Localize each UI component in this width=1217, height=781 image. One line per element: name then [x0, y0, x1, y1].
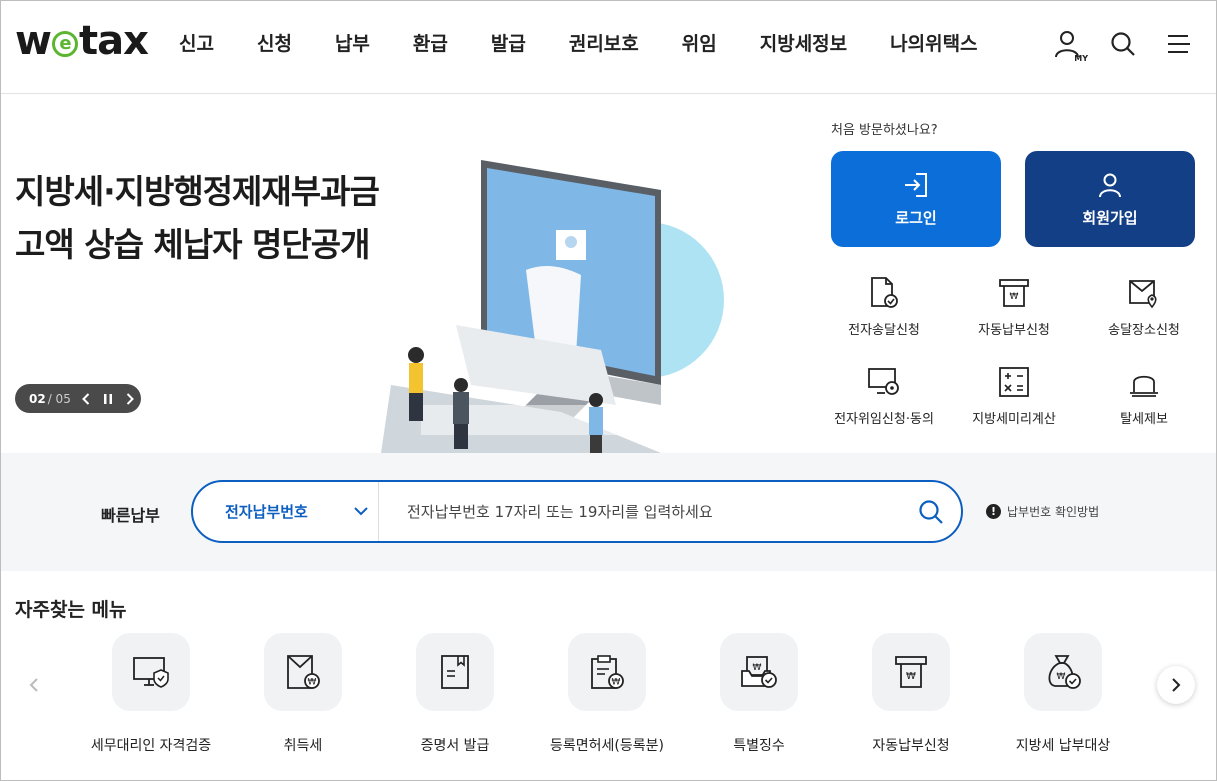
freq-item-acquisition-tax[interactable]: ₩ 취득세: [227, 633, 379, 755]
quick-item-auto-payment[interactable]: ₩ 자동납부신청: [949, 275, 1079, 338]
freq-item-special-collection[interactable]: ₩ 특별징수: [683, 633, 835, 755]
svg-text:₩: ₩: [753, 663, 762, 673]
chevron-right-icon: [1172, 678, 1181, 692]
quick-item-tax-evasion-report[interactable]: 탈세제보: [1079, 364, 1209, 427]
special-collection-icon: ₩: [720, 633, 798, 711]
nav-item-localtax-info[interactable]: 지방세정보: [760, 29, 847, 56]
freq-item-label: 지방세 납부대상: [1015, 738, 1111, 754]
alarm-bell-icon: [1126, 364, 1162, 400]
quick-item-e-delegate[interactable]: 전자위임신청·동의: [819, 364, 949, 427]
search-icon[interactable]: [1108, 27, 1138, 61]
welcome-text: 처음 방문하셨나요?: [831, 123, 938, 138]
user-icon: [1099, 173, 1121, 197]
svg-text:₩: ₩: [308, 678, 317, 688]
slide-pause-icon[interactable]: [101, 392, 115, 406]
signup-button[interactable]: 회원가입: [1025, 151, 1195, 247]
logo-suffix: tax: [78, 18, 149, 64]
freq-item-auto-payment[interactable]: ₩ 자동납부신청: [835, 633, 987, 755]
main-nav: 신고 신청 납부 환급 발급 권리보호 위임 지방세정보 나의위택스: [179, 29, 978, 56]
page-frame: w e tax 신고 신청 납부 환급 발급 권리보호 위임 지방세정보 나의위…: [0, 0, 1217, 781]
freq-item-registration-tax[interactable]: ₩ 등록면허세(등록분): [531, 633, 683, 755]
quick-item-tax-calculator[interactable]: 지방세미리계산: [949, 364, 1079, 427]
fast-payment-label: 빠른납부: [101, 506, 160, 525]
user-my-icon[interactable]: MY: [1052, 27, 1088, 63]
nav-item-issue[interactable]: 발급: [491, 29, 526, 56]
slide-prev-icon[interactable]: [79, 392, 93, 406]
freq-item-localtax-payment-target[interactable]: ₩ 지방세 납부대상: [987, 633, 1139, 755]
quick-item-label: 전자위임신청·동의: [834, 412, 934, 427]
svg-text:₩: ₩: [612, 678, 621, 688]
svg-text:₩: ₩: [906, 671, 916, 682]
quick-item-e-delivery[interactable]: 전자송달신청: [819, 275, 949, 338]
login-button[interactable]: 로그인: [831, 151, 1001, 247]
freq-item-label: 증명서 발급: [420, 738, 490, 754]
freq-item-label: 세무대리인 자격검증: [90, 738, 212, 754]
nav-item-pay[interactable]: 납부: [335, 29, 370, 56]
money-bag-icon: ₩: [1024, 633, 1102, 711]
nav-item-apply[interactable]: 신청: [257, 29, 292, 56]
fast-payment-box: 전자납부번호: [191, 480, 963, 543]
calculator-icon: [996, 364, 1032, 400]
nav-item-refund[interactable]: 환급: [413, 29, 448, 56]
payment-number-help-link[interactable]: ! 납부번호 확인방법: [986, 503, 1099, 520]
quick-menu-grid: 전자송달신청 ₩ 자동납부신청 송달장소신청 전자위임신청·동의 지방세미리계산…: [819, 275, 1209, 427]
slide-controls: 02 / 05: [15, 384, 141, 413]
logo-prefix: w: [15, 18, 52, 64]
freq-item-label: 특별징수: [733, 738, 785, 754]
freq-item-agent-verify[interactable]: 세무대리인 자격검증: [75, 633, 227, 755]
payment-number-type-select[interactable]: 전자납부번호: [193, 482, 379, 541]
carousel-next-button[interactable]: [1157, 666, 1195, 704]
hero-illustration: [381, 160, 724, 453]
quick-item-label: 자동납부신청: [978, 323, 1050, 338]
auto-payment-icon: ₩: [872, 633, 950, 711]
hamburger-menu-icon[interactable]: [1164, 27, 1194, 61]
acquisition-tax-icon: ₩: [264, 633, 342, 711]
registration-tax-icon: ₩: [568, 633, 646, 711]
slide-current: 02: [29, 391, 46, 406]
freq-item-label: 등록면허세(등록분): [550, 738, 664, 754]
fast-payment-section: 빠른납부 전자납부번호 ! 납부번호 확인방법: [1, 453, 1216, 571]
chevron-left-icon: [29, 678, 38, 692]
quick-item-delivery-place[interactable]: 송달장소신청: [1079, 275, 1209, 338]
signup-label: 회원가입: [1082, 208, 1138, 227]
frequent-menu-title: 자주찾는 메뉴: [15, 599, 127, 621]
carousel-prev-button[interactable]: [15, 666, 53, 704]
chevron-down-icon: [354, 507, 368, 516]
slide-next-icon[interactable]: [123, 392, 137, 406]
quick-item-label: 전자송달신청: [848, 323, 920, 338]
nav-item-rights[interactable]: 권리보호: [569, 29, 639, 56]
document-check-icon: [866, 275, 902, 311]
mail-location-icon: [1126, 275, 1162, 311]
login-icon: [905, 172, 927, 197]
freq-item-label: 취득세: [283, 738, 323, 754]
quick-item-label: 지방세미리계산: [972, 412, 1056, 427]
nav-item-my-wetax[interactable]: 나의위택스: [890, 29, 977, 56]
quick-item-label: 탈세제보: [1120, 412, 1168, 427]
my-label: MY: [1074, 54, 1088, 63]
slide-total: / 05: [47, 391, 71, 406]
freq-item-label: 자동납부신청: [872, 738, 950, 754]
info-icon: !: [986, 504, 1001, 519]
search-icon[interactable]: [901, 482, 961, 541]
hero-section: 지방세·지방행정제재부과금 고액 상습 체납자 명단공개 02 / 05 처음 …: [1, 95, 1216, 453]
certificate-icon: [416, 633, 494, 711]
quick-item-label: 송달장소신청: [1108, 323, 1180, 338]
auto-payment-icon: ₩: [996, 275, 1032, 311]
payment-number-input[interactable]: [379, 482, 901, 541]
svg-text:₩: ₩: [1057, 672, 1066, 682]
select-value: 전자납부번호: [225, 503, 308, 521]
nav-item-delegate[interactable]: 위임: [682, 29, 717, 56]
help-text: 납부번호 확인방법: [1007, 505, 1100, 519]
nav-item-report[interactable]: 신고: [179, 29, 214, 56]
monitor-delegate-icon: [866, 364, 902, 400]
frequent-menu-list: 세무대리인 자격검증 ₩ 취득세 증명서 발급 ₩ 등록면허세(등록분) ₩ 특…: [75, 633, 1141, 755]
monitor-shield-icon: [112, 633, 190, 711]
header-actions: MY: [1052, 27, 1194, 63]
site-header: w e tax 신고 신청 납부 환급 발급 권리보호 위임 지방세정보 나의위…: [1, 1, 1216, 94]
freq-item-certificate-issue[interactable]: 증명서 발급: [379, 633, 531, 755]
wetax-logo[interactable]: w e tax: [15, 18, 149, 64]
logo-e-circle: e: [51, 31, 78, 57]
svg-text:₩: ₩: [1010, 292, 1019, 302]
login-label: 로그인: [895, 208, 937, 227]
